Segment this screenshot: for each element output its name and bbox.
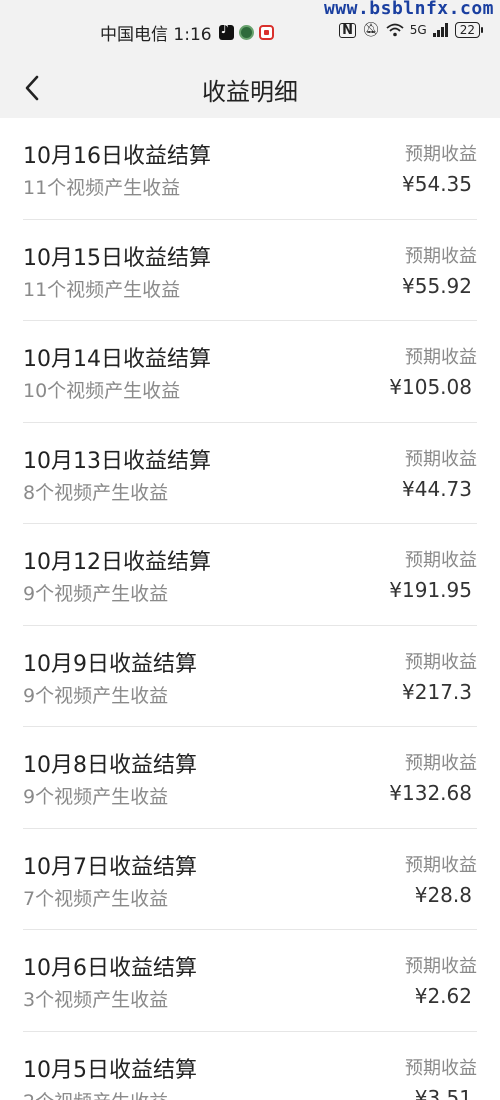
earnings-amount: ¥2.62 bbox=[414, 984, 472, 1008]
settlement-title: 10月5日收益结算 bbox=[23, 1057, 197, 1083]
video-count: 10个视频产生收益 bbox=[23, 380, 181, 402]
expected-earnings-label: 预期收益 bbox=[405, 245, 477, 267]
expected-earnings-label: 预期收益 bbox=[405, 448, 477, 470]
top-area: 中国电信 1:16 www.bsblnfx.com N 🔕︎ 5G bbox=[0, 0, 500, 118]
watermark: www.bsblnfx.com bbox=[323, 0, 494, 19]
video-count: 2个视频产生收益 bbox=[23, 1087, 168, 1100]
earnings-amount: ¥54.35 bbox=[402, 172, 472, 196]
video-count: 3个视频产生收益 bbox=[23, 989, 169, 1011]
status-bar: 中国电信 1:16 www.bsblnfx.com N 🔕︎ 5G bbox=[0, 0, 500, 62]
earnings-amount: ¥3.51 bbox=[414, 1085, 472, 1100]
settlement-title: 10月16日收益结算 bbox=[23, 144, 211, 169]
status-right: N 🔕︎ 5G 22 bbox=[339, 22, 484, 38]
settlement-title: 10月6日收益结算 bbox=[23, 956, 197, 981]
red-app-notification-icon bbox=[258, 25, 274, 40]
expected-earnings-label: 预期收益 bbox=[405, 854, 477, 876]
expected-earnings-label: 预期收益 bbox=[405, 651, 477, 673]
earnings-amount: ¥44.73 bbox=[402, 476, 472, 501]
network-type: 5G bbox=[409, 23, 427, 37]
settlement-title: 10月8日收益结算 bbox=[23, 753, 197, 778]
page-title: 收益明细 bbox=[202, 78, 298, 106]
list-item[interactable]: 10月5日收益结算 2个视频产生收益 预期收益 ¥3.51 bbox=[0, 1032, 500, 1100]
carrier-time: 中国电信 1:16 bbox=[100, 25, 212, 45]
earnings-amount: ¥132.68 bbox=[389, 781, 472, 805]
video-count: 9个视频产生收益 bbox=[23, 583, 169, 605]
list-item[interactable]: 10月12日收益结算 9个视频产生收益 预期收益 ¥191.95 bbox=[0, 524, 500, 626]
earnings-amount: ¥191.95 bbox=[389, 578, 472, 602]
signal-icon bbox=[432, 23, 449, 37]
expected-earnings-label: 预期收益 bbox=[405, 956, 477, 977]
video-count: 9个视频产生收益 bbox=[23, 786, 169, 808]
video-count: 7个视频产生收益 bbox=[23, 887, 169, 910]
settlement-title: 10月13日收益结算 bbox=[23, 448, 211, 474]
settlement-title: 10月14日收益结算 bbox=[23, 347, 211, 372]
battery-indicator: 22 bbox=[454, 22, 484, 38]
settlement-title: 10月15日收益结算 bbox=[23, 245, 211, 271]
list-item[interactable]: 10月6日收益结算 3个视频产生收益 预期收益 ¥2.62 bbox=[0, 930, 500, 1032]
list-item[interactable]: 10月9日收益结算 9个视频产生收益 预期收益 ¥217.3 bbox=[0, 626, 500, 727]
expected-earnings-label: 预期收益 bbox=[405, 144, 477, 165]
earnings-amount: ¥217.3 bbox=[402, 679, 472, 704]
list-item[interactable]: 10月13日收益结算 8个视频产生收益 预期收益 ¥44.73 bbox=[0, 423, 500, 524]
settlement-title: 10月9日收益结算 bbox=[23, 651, 197, 677]
video-count: 8个视频产生收益 bbox=[23, 481, 169, 504]
expected-earnings-label: 预期收益 bbox=[405, 347, 477, 368]
list-item[interactable]: 10月7日收益结算 7个视频产生收益 预期收益 ¥28.8 bbox=[0, 829, 500, 930]
earnings-amount: ¥28.8 bbox=[414, 882, 472, 907]
settlement-title: 10月12日收益结算 bbox=[23, 550, 211, 575]
wifi-icon bbox=[386, 23, 404, 37]
earnings-list: 10月16日收益结算 11个视频产生收益 预期收益 ¥54.35 10月15日收… bbox=[0, 118, 500, 1100]
list-item[interactable]: 10月15日收益结算 11个视频产生收益 预期收益 ¥55.92 bbox=[0, 220, 500, 321]
video-count: 11个视频产生收益 bbox=[23, 278, 181, 301]
tiktok-notification-icon bbox=[218, 22, 234, 40]
expected-earnings-label: 预期收益 bbox=[405, 1057, 477, 1079]
video-count: 9个视频产生收益 bbox=[23, 684, 169, 707]
app-notification-icon bbox=[238, 25, 254, 40]
earnings-amount: ¥55.92 bbox=[402, 273, 472, 298]
nfc-icon: N bbox=[339, 22, 356, 38]
expected-earnings-label: 预期收益 bbox=[405, 753, 477, 774]
earnings-amount: ¥105.08 bbox=[389, 375, 472, 399]
list-item[interactable]: 10月16日收益结算 11个视频产生收益 预期收益 ¥54.35 bbox=[0, 118, 500, 220]
expected-earnings-label: 预期收益 bbox=[405, 550, 477, 571]
list-item[interactable]: 10月14日收益结算 10个视频产生收益 预期收益 ¥105.08 bbox=[0, 321, 500, 423]
video-count: 11个视频产生收益 bbox=[23, 177, 181, 199]
mute-icon: 🔕︎ bbox=[362, 22, 380, 38]
nav-bar: 收益明细 bbox=[0, 62, 500, 118]
settlement-title: 10月7日收益结算 bbox=[23, 854, 197, 880]
status-left: 中国电信 1:16 bbox=[100, 20, 274, 45]
list-item[interactable]: 10月8日收益结算 9个视频产生收益 预期收益 ¥132.68 bbox=[0, 727, 500, 829]
